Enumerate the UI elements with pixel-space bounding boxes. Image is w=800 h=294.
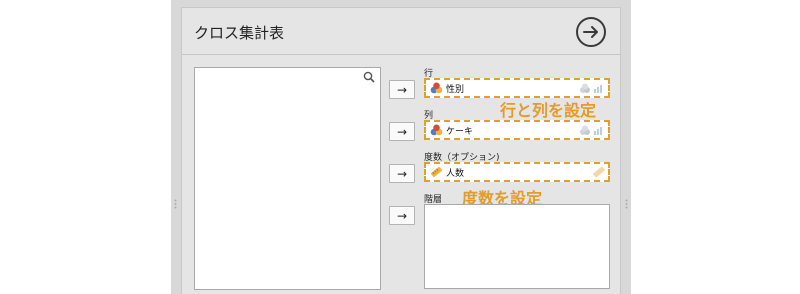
continuous-variable-icon [431, 166, 442, 178]
counts-slot[interactable]: 人数 [424, 162, 610, 182]
measure-type-icon [580, 125, 602, 135]
move-to-rows-button[interactable]: → [389, 80, 415, 99]
run-analysis-button[interactable] [576, 17, 606, 47]
analysis-options: クロス集計表 → 行 性別 行と列を設定 → 列 ケーキ → 度数（オプション)… [181, 7, 621, 294]
columns-slot[interactable]: ケーキ [424, 120, 610, 140]
variables-list[interactable] [194, 67, 381, 290]
dialog-title: クロス集計表 [194, 24, 285, 42]
move-to-layer-button[interactable]: → [389, 206, 415, 225]
rows-variable[interactable]: 性別 [446, 82, 464, 95]
move-to-counts-button[interactable]: → [389, 164, 415, 183]
search-icon[interactable] [363, 71, 375, 83]
rows-slot[interactable]: 性別 [424, 78, 610, 98]
layer-slot[interactable] [424, 204, 610, 289]
header-divider [182, 54, 620, 55]
measure-type-icon [593, 166, 605, 178]
circle-arrow-right-icon [583, 26, 598, 38]
left-resize-grip[interactable] [174, 194, 177, 209]
move-to-columns-button[interactable]: → [389, 122, 415, 141]
rows-columns-annotation: 行と列を設定 [500, 101, 597, 120]
nominal-variable-icon [430, 82, 443, 94]
columns-variable[interactable]: ケーキ [446, 124, 473, 137]
counts-variable[interactable]: 人数 [446, 166, 464, 179]
measure-type-icon [580, 83, 602, 93]
dialog-panel: クロス集計表 → 行 性別 行と列を設定 → 列 ケーキ → 度数（オプション)… [171, 0, 631, 294]
right-resize-grip[interactable] [625, 194, 628, 209]
nominal-variable-icon [430, 124, 443, 136]
